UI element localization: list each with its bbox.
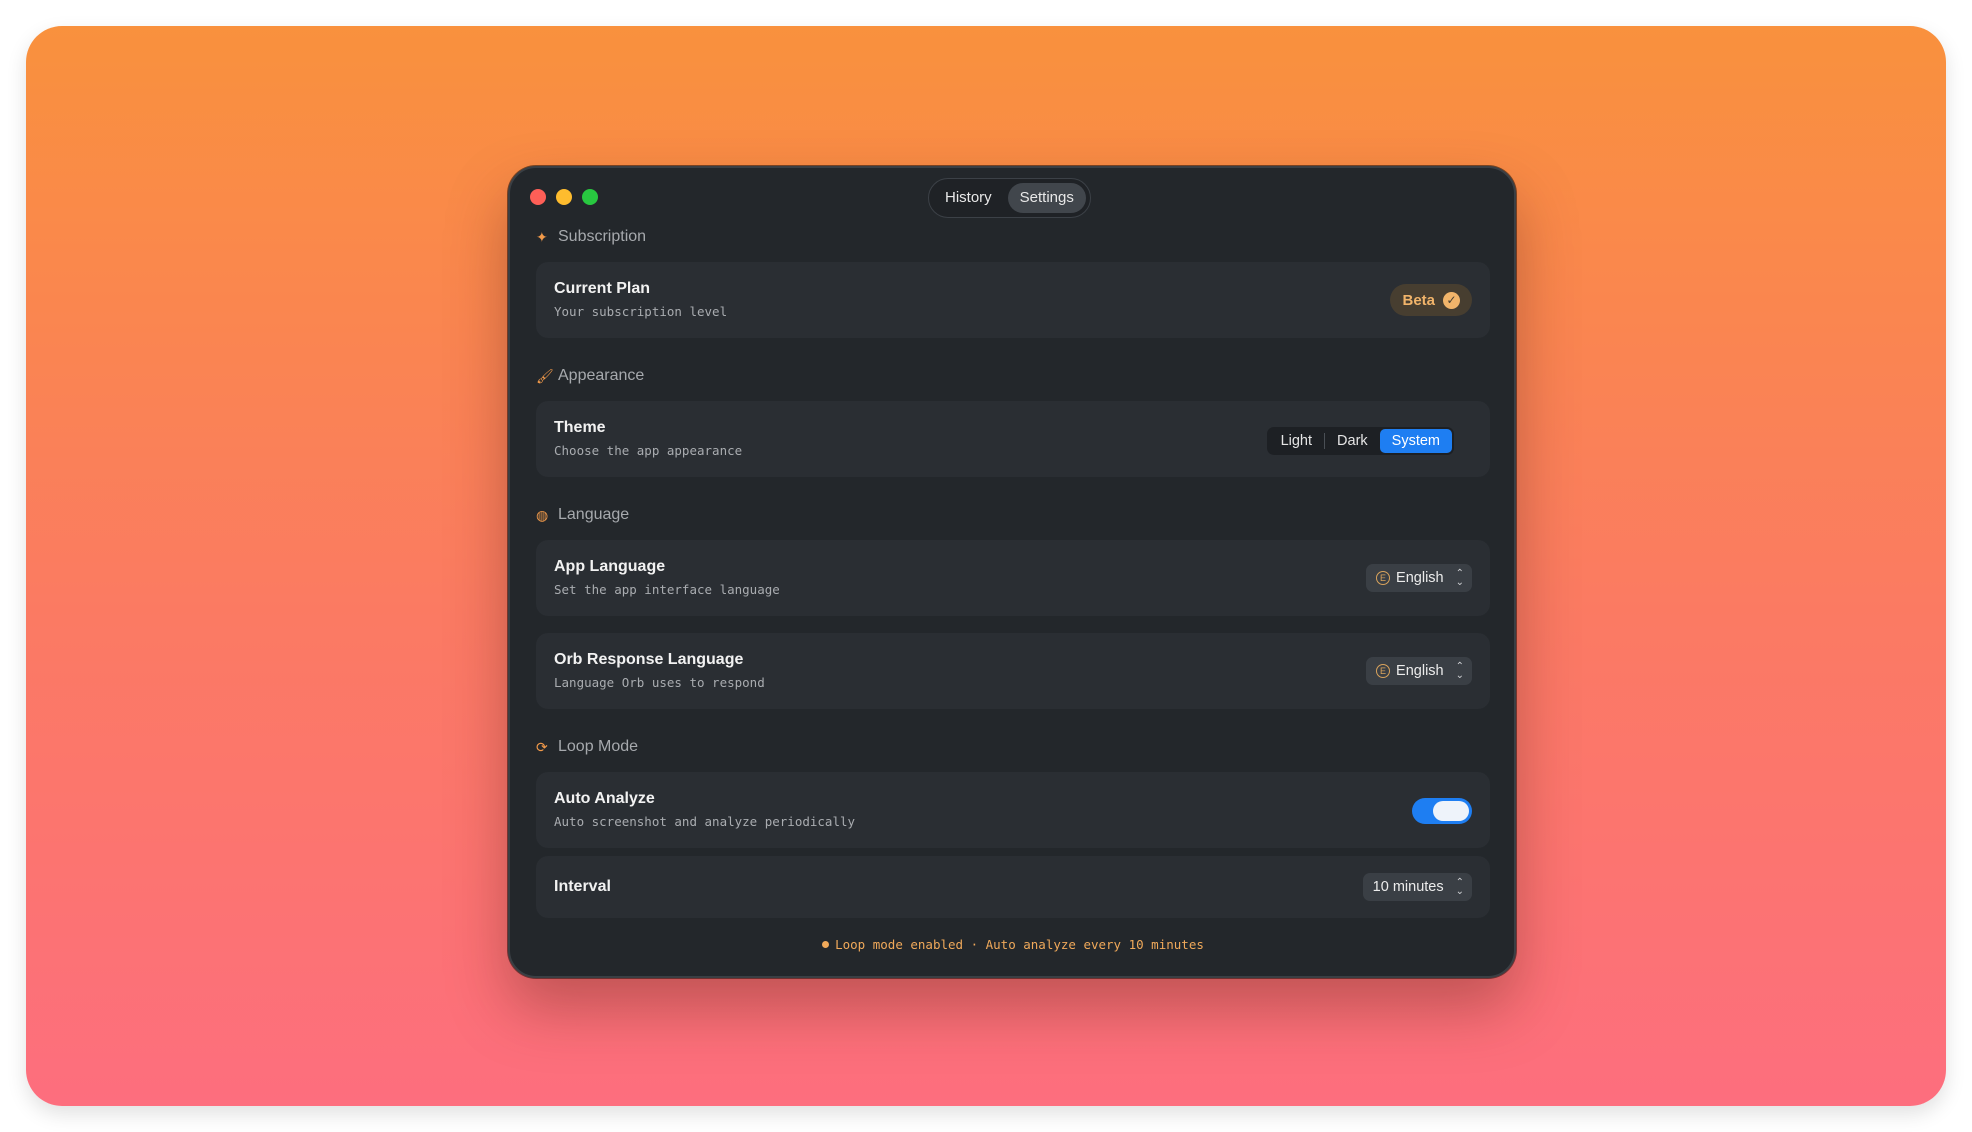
view-switcher: History Settings bbox=[928, 178, 1091, 218]
theme-option-system[interactable]: System bbox=[1379, 429, 1452, 453]
interval-title: Interval bbox=[554, 878, 611, 895]
loop-status-note: Loop mode enabled · Auto analyze every 1… bbox=[536, 937, 1490, 952]
chevron-updown-icon: ⌃ ⌄ bbox=[1455, 877, 1464, 897]
theme-option-dark[interactable]: Dark bbox=[1325, 429, 1380, 453]
settings-window: History Settings ✦ Subscription Current … bbox=[508, 166, 1516, 978]
orb-language-value: English bbox=[1396, 663, 1444, 679]
current-plan-title: Current Plan bbox=[554, 280, 651, 297]
zoom-window-button[interactable] bbox=[582, 189, 598, 205]
app-language-value: English bbox=[1396, 570, 1444, 586]
auto-analyze-toggle[interactable] bbox=[1412, 798, 1472, 824]
sparkle-icon: ✦ bbox=[536, 229, 548, 245]
auto-analyze-card: Auto Analyze Auto screenshot and analyze… bbox=[536, 772, 1490, 848]
section-title: Loop Mode bbox=[558, 738, 639, 755]
plan-badge-label: Beta bbox=[1402, 291, 1435, 309]
theme-selector: Light Dark System bbox=[1266, 427, 1454, 455]
status-dot-icon bbox=[822, 941, 830, 948]
title-bar: History Settings bbox=[510, 168, 1514, 226]
paintbrush-icon: 🖌 bbox=[536, 368, 554, 384]
globe-icon: ◍ bbox=[536, 507, 549, 523]
section-title: Subscription bbox=[558, 228, 647, 245]
orb-language-select[interactable]: E English ⌃ ⌄ bbox=[1366, 657, 1472, 685]
tab-history[interactable]: History bbox=[933, 183, 1004, 213]
section-header-loop-mode: ⟳ Loop Mode bbox=[536, 736, 638, 758]
language-letter-icon: E bbox=[1376, 571, 1391, 585]
section-title: Appearance bbox=[558, 367, 645, 384]
theme-subtitle: Choose the app appearance bbox=[554, 443, 743, 458]
close-window-button[interactable] bbox=[530, 189, 546, 205]
verified-check-icon: ✓ bbox=[1443, 291, 1460, 309]
orb-language-card: Orb Response Language Language Orb uses … bbox=[536, 633, 1490, 709]
app-language-subtitle: Set the app interface language bbox=[554, 582, 780, 597]
theme-title: Theme bbox=[554, 419, 606, 436]
interval-select[interactable]: 10 minutes ⌃ ⌄ bbox=[1362, 873, 1472, 901]
plan-badge: Beta ✓ bbox=[1390, 284, 1472, 316]
section-header-language: ◍ Language bbox=[536, 504, 629, 526]
auto-analyze-subtitle: Auto screenshot and analyze periodically bbox=[554, 814, 856, 829]
chevron-updown-icon: ⌃ ⌄ bbox=[1455, 661, 1464, 681]
section-header-subscription: ✦ Subscription bbox=[536, 226, 646, 248]
interval-card: Interval 10 minutes ⌃ ⌄ bbox=[536, 856, 1490, 918]
refresh-icon: ⟳ bbox=[536, 739, 548, 755]
orb-language-title: Orb Response Language bbox=[554, 651, 744, 668]
section-title: Language bbox=[558, 506, 630, 523]
loop-status-text: Loop mode enabled · Auto analyze every 1… bbox=[835, 937, 1204, 952]
section-header-appearance: 🖌 Appearance bbox=[536, 365, 644, 387]
desktop-background: History Settings ✦ Subscription Current … bbox=[26, 26, 1946, 1106]
current-plan-card: Current Plan Your subscription level Bet… bbox=[536, 262, 1490, 338]
orb-language-subtitle: Language Orb uses to respond bbox=[554, 675, 765, 690]
theme-card: Theme Choose the app appearance Light Da… bbox=[536, 401, 1490, 477]
interval-value: 10 minutes bbox=[1372, 879, 1444, 895]
theme-option-light[interactable]: Light bbox=[1269, 429, 1324, 453]
app-language-select[interactable]: E English ⌃ ⌄ bbox=[1366, 564, 1472, 592]
tab-settings[interactable]: Settings bbox=[1007, 183, 1086, 213]
auto-analyze-title: Auto Analyze bbox=[554, 790, 655, 807]
language-letter-icon: E bbox=[1376, 664, 1391, 678]
chevron-updown-icon: ⌃ ⌄ bbox=[1455, 568, 1464, 588]
app-language-card: App Language Set the app interface langu… bbox=[536, 540, 1490, 616]
toggle-knob bbox=[1433, 801, 1469, 821]
app-language-title: App Language bbox=[554, 558, 666, 575]
minimize-window-button[interactable] bbox=[556, 189, 572, 205]
current-plan-subtitle: Your subscription level bbox=[554, 304, 728, 319]
